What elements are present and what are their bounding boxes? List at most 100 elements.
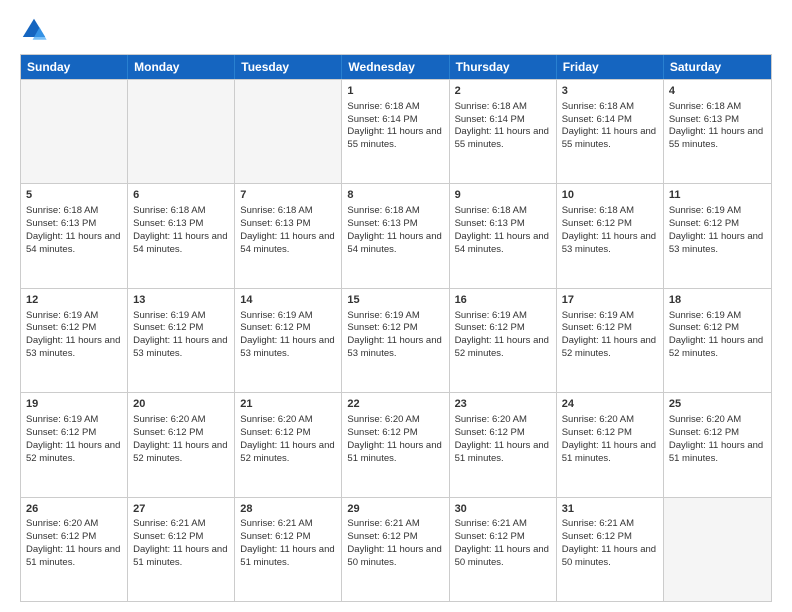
sunset-label: Sunset: 6:13 PM xyxy=(455,218,525,229)
sunrise-label: Sunrise: 6:18 AM xyxy=(455,101,527,112)
calendar-cell: 9Sunrise: 6:18 AMSunset: 6:13 PMDaylight… xyxy=(450,184,557,287)
calendar-cell: 28Sunrise: 6:21 AMSunset: 6:12 PMDayligh… xyxy=(235,498,342,601)
day-header-friday: Friday xyxy=(557,55,664,79)
calendar-cell: 16Sunrise: 6:19 AMSunset: 6:12 PMDayligh… xyxy=(450,289,557,392)
daylight-label: Daylight: 11 hours and 54 minutes. xyxy=(347,231,441,255)
day-number: 16 xyxy=(455,293,551,308)
daylight-label: Daylight: 11 hours and 55 minutes. xyxy=(669,126,763,150)
day-number: 14 xyxy=(240,293,336,308)
sunset-label: Sunset: 6:12 PM xyxy=(347,322,417,333)
day-number: 6 xyxy=(133,188,229,203)
day-header-thursday: Thursday xyxy=(450,55,557,79)
calendar-cell: 6Sunrise: 6:18 AMSunset: 6:13 PMDaylight… xyxy=(128,184,235,287)
day-number: 7 xyxy=(240,188,336,203)
sunset-label: Sunset: 6:12 PM xyxy=(455,322,525,333)
day-number: 1 xyxy=(347,84,443,99)
sunrise-label: Sunrise: 6:21 AM xyxy=(133,518,205,529)
calendar-cell: 7Sunrise: 6:18 AMSunset: 6:13 PMDaylight… xyxy=(235,184,342,287)
sunrise-label: Sunrise: 6:19 AM xyxy=(240,310,312,321)
sunset-label: Sunset: 6:12 PM xyxy=(669,218,739,229)
sunset-label: Sunset: 6:14 PM xyxy=(455,114,525,125)
calendar-cell: 17Sunrise: 6:19 AMSunset: 6:12 PMDayligh… xyxy=(557,289,664,392)
day-number: 29 xyxy=(347,502,443,517)
daylight-label: Daylight: 11 hours and 51 minutes. xyxy=(562,440,656,464)
calendar-cell: 8Sunrise: 6:18 AMSunset: 6:13 PMDaylight… xyxy=(342,184,449,287)
day-number: 24 xyxy=(562,397,658,412)
calendar-cell: 11Sunrise: 6:19 AMSunset: 6:12 PMDayligh… xyxy=(664,184,771,287)
day-number: 18 xyxy=(669,293,766,308)
daylight-label: Daylight: 11 hours and 53 minutes. xyxy=(347,335,441,359)
sunset-label: Sunset: 6:12 PM xyxy=(562,427,632,438)
page: SundayMondayTuesdayWednesdayThursdayFrid… xyxy=(0,0,792,612)
daylight-label: Daylight: 11 hours and 51 minutes. xyxy=(133,544,227,568)
calendar-cell xyxy=(128,80,235,183)
sunrise-label: Sunrise: 6:18 AM xyxy=(455,205,527,216)
logo xyxy=(20,16,52,44)
calendar-body: 1 Sunrise: 6:18 AM Sunset: 6:14 PM Daylight… xyxy=(21,79,771,601)
sunset-label: Sunset: 6:13 PM xyxy=(26,218,96,229)
day-number: 11 xyxy=(669,188,766,203)
daylight-label: Daylight: 11 hours and 51 minutes. xyxy=(669,440,763,464)
calendar-cell: 10 Sunrise: 6:18 AM Sunset: 6:12 PM Dayligh… xyxy=(557,184,664,287)
calendar-row-3: 19 Sunrise: 6:19 AM Sunset: 6:12 PM Dayligh… xyxy=(21,392,771,496)
calendar-cell: 22Sunrise: 6:20 AMSunset: 6:12 PMDayligh… xyxy=(342,393,449,496)
calendar-cell xyxy=(21,80,128,183)
sunset-label: Sunset: 6:13 PM xyxy=(240,218,310,229)
day-header-wednesday: Wednesday xyxy=(342,55,449,79)
daylight-label: Daylight: 11 hours and 54 minutes. xyxy=(133,231,227,255)
daylight-label: Daylight: 11 hours and 53 minutes. xyxy=(240,335,334,359)
sunrise-label: Sunrise: 6:18 AM xyxy=(26,205,98,216)
sunrise-label: Sunrise: 6:21 AM xyxy=(455,518,527,529)
sunrise-label: Sunrise: 6:19 AM xyxy=(26,310,98,321)
day-header-tuesday: Tuesday xyxy=(235,55,342,79)
daylight-label: Daylight: 11 hours and 51 minutes. xyxy=(240,544,334,568)
sunrise-label: Sunrise: 6:18 AM xyxy=(347,101,419,112)
sunrise-label: Sunrise: 6:20 AM xyxy=(455,414,527,425)
calendar-cell: 20Sunrise: 6:20 AMSunset: 6:12 PMDayligh… xyxy=(128,393,235,496)
calendar-cell: 25Sunrise: 6:20 AMSunset: 6:12 PMDayligh… xyxy=(664,393,771,496)
sunset-label: Sunset: 6:12 PM xyxy=(133,531,203,542)
day-number: 19 xyxy=(26,397,122,412)
calendar-cell: 30Sunrise: 6:21 AMSunset: 6:12 PMDayligh… xyxy=(450,498,557,601)
daylight-label: Daylight: 11 hours and 53 minutes. xyxy=(26,335,120,359)
calendar-cell xyxy=(235,80,342,183)
calendar-cell: 13Sunrise: 6:19 AMSunset: 6:12 PMDayligh… xyxy=(128,289,235,392)
daylight-label: Daylight: 11 hours and 52 minutes. xyxy=(26,440,120,464)
calendar-cell: 3Sunrise: 6:18 AMSunset: 6:14 PMDaylight… xyxy=(557,80,664,183)
sunrise-label: Sunrise: 6:19 AM xyxy=(26,414,98,425)
day-number: 12 xyxy=(26,293,122,308)
sunrise-label: Sunrise: 6:20 AM xyxy=(133,414,205,425)
daylight-label: Daylight: 11 hours and 53 minutes. xyxy=(669,231,763,255)
sunrise-label: Sunrise: 6:20 AM xyxy=(26,518,98,529)
calendar-row-2: 12 Sunrise: 6:19 AM Sunset: 6:12 PM Dayligh… xyxy=(21,288,771,392)
sunrise-label: Sunrise: 6:21 AM xyxy=(562,518,634,529)
calendar-row-4: 26Sunrise: 6:20 AMSunset: 6:12 PMDayligh… xyxy=(21,497,771,601)
sunrise-label: Sunrise: 6:18 AM xyxy=(562,101,634,112)
daylight-label: Daylight: 11 hours and 52 minutes. xyxy=(240,440,334,464)
sunset-label: Sunset: 6:12 PM xyxy=(562,322,632,333)
calendar-cell: 12Sunrise: 6:19 AMSunset: 6:12 PMDayligh… xyxy=(21,289,128,392)
day-number: 2 xyxy=(455,84,551,99)
sunrise-label: Sunrise: 6:20 AM xyxy=(347,414,419,425)
sunrise-label: Sunrise: 6:18 AM xyxy=(562,205,634,216)
day-number: 10 xyxy=(562,188,658,203)
calendar-cell: 26Sunrise: 6:20 AMSunset: 6:12 PMDayligh… xyxy=(21,498,128,601)
sunrise-label: Sunrise: 6:20 AM xyxy=(669,414,741,425)
calendar-row-0: 1 Sunrise: 6:18 AM Sunset: 6:14 PM Daylight… xyxy=(21,79,771,183)
sunset-label: Sunset: 6:12 PM xyxy=(669,322,739,333)
sunrise-label: Sunrise: 6:19 AM xyxy=(133,310,205,321)
calendar-cell xyxy=(664,498,771,601)
sunset-label: Sunset: 6:12 PM xyxy=(562,531,632,542)
daylight-label: Daylight: 11 hours and 50 minutes. xyxy=(455,544,549,568)
day-number: 17 xyxy=(562,293,658,308)
daylight-label: Daylight: 11 hours and 50 minutes. xyxy=(347,544,441,568)
sunset-label: Sunset: 6:12 PM xyxy=(562,218,632,229)
calendar-cell: 14Sunrise: 6:19 AMSunset: 6:12 PMDayligh… xyxy=(235,289,342,392)
daylight-label: Daylight: 11 hours and 53 minutes. xyxy=(562,231,656,255)
sunrise-label: Sunrise: 6:18 AM xyxy=(133,205,205,216)
day-header-monday: Monday xyxy=(128,55,235,79)
calendar-cell: 5Sunrise: 6:18 AMSunset: 6:13 PMDaylight… xyxy=(21,184,128,287)
daylight-label: Daylight: 11 hours and 52 minutes. xyxy=(133,440,227,464)
sunset-label: Sunset: 6:12 PM xyxy=(455,427,525,438)
day-number: 3 xyxy=(562,84,658,99)
